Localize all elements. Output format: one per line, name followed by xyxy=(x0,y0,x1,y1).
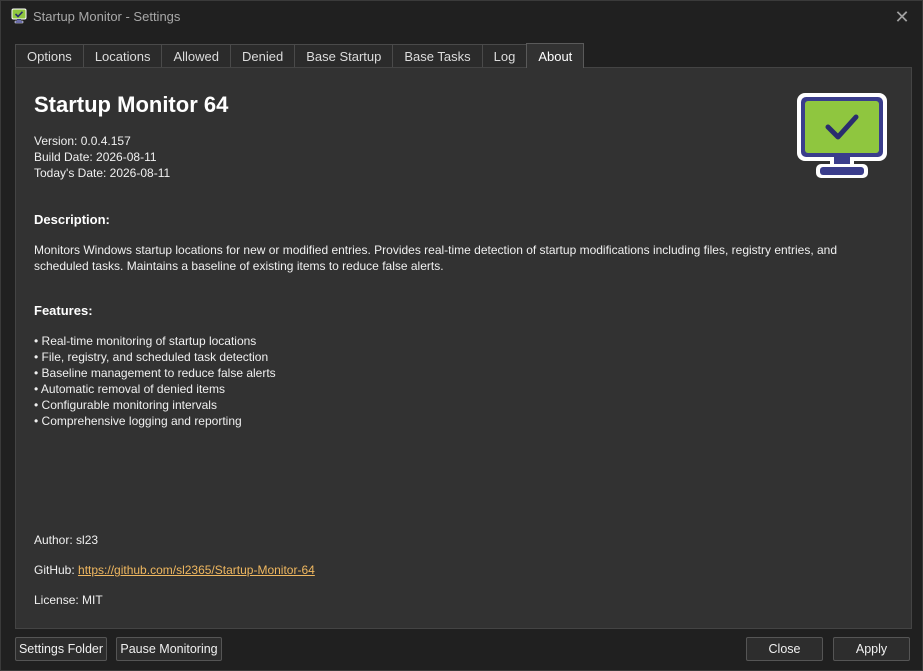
build-date-text: Build Date: 2026-08-11 xyxy=(34,150,157,164)
settings-folder-button[interactable]: Settings Folder xyxy=(15,637,107,661)
license-text: License: MIT xyxy=(34,593,103,607)
apply-button[interactable]: Apply xyxy=(833,637,910,661)
pause-monitoring-button[interactable]: Pause Monitoring xyxy=(116,637,222,661)
version-text: Version: 0.0.4.157 xyxy=(34,134,131,148)
todays-date-text: Today's Date: 2026-08-11 xyxy=(34,166,171,180)
monitor-checkmark-icon xyxy=(797,93,887,178)
description-text: Monitors Windows startup locations for n… xyxy=(34,243,838,273)
description-heading: Description: xyxy=(34,212,110,227)
tab-about[interactable]: About xyxy=(526,43,585,68)
features-list: Real-time monitoring of startup location… xyxy=(34,333,276,429)
window-title: Startup Monitor - Settings xyxy=(33,9,181,24)
list-item: Configurable monitoring intervals xyxy=(34,397,276,413)
tab-allowed[interactable]: Allowed xyxy=(161,44,231,68)
title-bar[interactable]: Startup Monitor - Settings ✕ xyxy=(1,1,922,33)
about-panel: Startup Monitor 64 Version: 0.0.4.157 Bu… xyxy=(15,67,912,629)
list-item: Automatic removal of denied items xyxy=(34,381,276,397)
settings-window: Startup Monitor - Settings ✕ Options Loc… xyxy=(0,0,923,671)
app-monitor-icon xyxy=(11,8,27,24)
github-line: GitHub: https://github.com/sl2365/Startu… xyxy=(34,563,315,577)
window-close-icon[interactable]: ✕ xyxy=(890,5,914,29)
tab-base-tasks[interactable]: Base Tasks xyxy=(392,44,483,68)
tab-base-startup[interactable]: Base Startup xyxy=(294,44,394,68)
app-title: Startup Monitor 64 xyxy=(34,92,229,117)
author-text: Author: sl23 xyxy=(34,533,99,547)
list-item: Baseline management to reduce false aler… xyxy=(34,365,276,381)
close-button[interactable]: Close xyxy=(746,637,823,661)
list-item: Comprehensive logging and reporting xyxy=(34,413,276,429)
github-link[interactable]: https://github.com/sl2365/Startup-Monito… xyxy=(78,563,315,577)
features-heading: Features: xyxy=(34,303,93,318)
list-item: File, registry, and scheduled task detec… xyxy=(34,349,276,365)
tab-options[interactable]: Options xyxy=(15,44,84,68)
list-item: Real-time monitoring of startup location… xyxy=(34,333,276,349)
tab-denied[interactable]: Denied xyxy=(230,44,296,68)
tab-locations[interactable]: Locations xyxy=(82,44,163,68)
github-label: GitHub: xyxy=(34,563,79,577)
tab-log[interactable]: Log xyxy=(481,44,528,68)
tab-strip: Options Locations Allowed Denied Base St… xyxy=(15,43,585,68)
